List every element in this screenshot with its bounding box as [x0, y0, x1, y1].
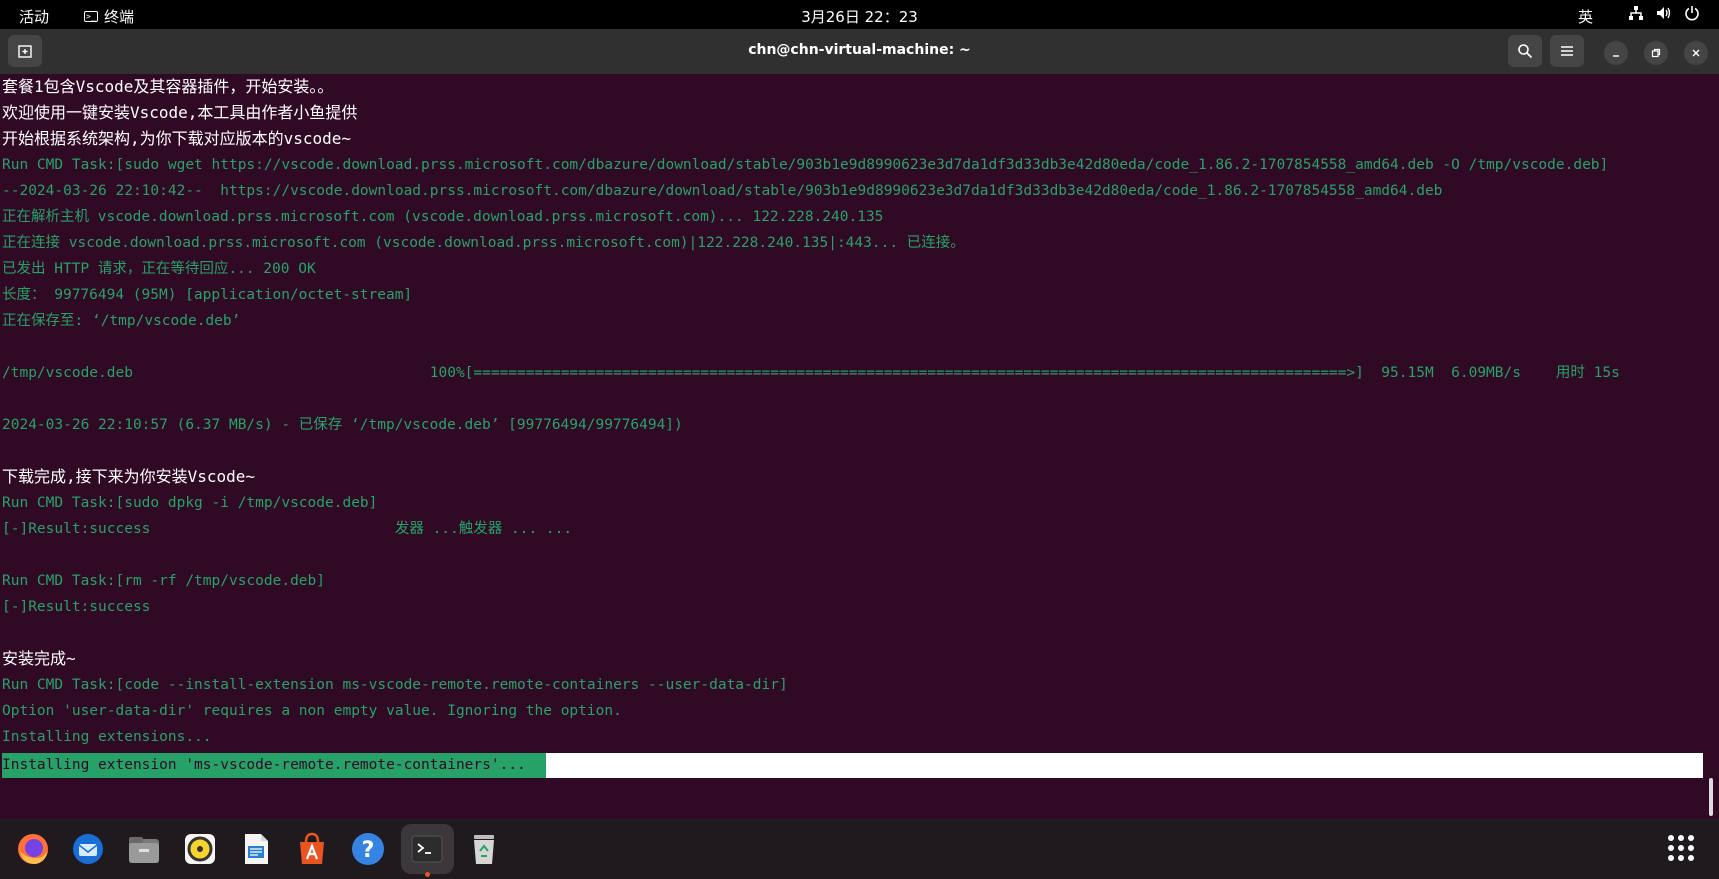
minimize-button[interactable] [1604, 41, 1628, 65]
terminal-line: /tmp/vscode.deb 100%[===================… [2, 365, 1620, 381]
window-titlebar[interactable]: chn@chn-virtual-machine: ~ [0, 29, 1719, 74]
terminal-line: Run CMD Task:[sudo wget https://vscode.d… [2, 157, 1609, 173]
terminal-line: Run CMD Task:[rm -rf /tmp/vscode.deb] [2, 573, 326, 589]
software-launcher[interactable] [292, 829, 332, 869]
help-icon: ? [352, 833, 384, 865]
terminal-launcher[interactable] [407, 829, 447, 869]
grid-dot [1668, 855, 1674, 861]
thunderbird-icon [73, 834, 103, 864]
input-method-indicator[interactable]: 英 [1578, 6, 1593, 27]
terminal-line: Run CMD Task:[code --install-extension m… [2, 677, 788, 693]
hamburger-menu-icon [1561, 46, 1573, 56]
search-button[interactable] [1508, 35, 1542, 67]
terminal-line: 套餐1包含Vscode及其容器插件，开始安装。。 [2, 77, 334, 96]
activities-button[interactable]: 活动 [19, 6, 49, 27]
terminal-line: 正在解析主机 vscode.download.prss.microsoft.co… [2, 209, 884, 225]
terminal-line: 2024-03-26 22:10:57 (6.37 MB/s) - 已保存 ‘/… [2, 417, 683, 433]
terminal-line: Installing extensions... [2, 729, 212, 745]
terminal-line: 欢迎使用一键安装Vscode,本工具由作者小鱼提供 [2, 103, 358, 122]
help-launcher[interactable]: ? [348, 829, 388, 869]
terminal-line: Run CMD Task:[sudo dpkg -i /tmp/vscode.d… [2, 495, 378, 511]
rhythmbox-launcher[interactable] [180, 829, 220, 869]
terminal-icon [411, 835, 443, 863]
files-launcher[interactable] [124, 829, 164, 869]
grid-dot [1668, 835, 1674, 841]
grid-dot [1668, 845, 1674, 851]
menu-button[interactable] [1550, 35, 1584, 67]
app-menu[interactable]: >_ 终端 [84, 6, 134, 27]
new-tab-icon [18, 45, 32, 58]
terminal-line: 正在连接 vscode.download.prss.microsoft.com … [2, 235, 965, 251]
rhythmbox-icon [185, 834, 215, 864]
software-icon [300, 832, 324, 864]
network-icon [1629, 6, 1643, 20]
search-icon [1518, 44, 1533, 59]
system-tray[interactable] [1628, 5, 1700, 21]
new-tab-button[interactable] [8, 35, 42, 67]
terminal-line: [-]Result:success 发器 ...触发器 ... ... [2, 521, 573, 537]
terminal-line: 已发出 HTTP 请求，正在等待回应... 200 OK [2, 261, 316, 277]
minimize-icon [1613, 55, 1619, 57]
files-icon [129, 837, 159, 863]
grid-dot [1688, 855, 1694, 861]
svg-text:?: ? [362, 838, 375, 863]
writer-icon [245, 834, 268, 864]
running-indicator [425, 872, 430, 877]
volume-icon [1657, 7, 1671, 19]
terminal-line: Option 'user-data-dir' requires a non em… [2, 703, 622, 719]
grid-dot [1678, 855, 1684, 861]
thunderbird-launcher[interactable] [68, 829, 108, 869]
writer-launcher[interactable] [236, 829, 276, 869]
restore-icon [1651, 48, 1661, 58]
clock[interactable]: 3月26日 22：23 [801, 8, 918, 26]
progress-line: Installing extension 'ms-vscode-remote.r… [2, 757, 526, 773]
progress-track [546, 753, 1703, 778]
dock: ? [0, 819, 1719, 879]
terminal-line: 开始根据系统架构,为你下载对应版本的vscode~ [2, 129, 352, 148]
terminal-line: [-]Result:success [2, 599, 151, 615]
firefox-icon [18, 834, 48, 864]
terminal-line: 正在保存至: ‘/tmp/vscode.deb’ [2, 313, 241, 329]
grid-dot [1688, 835, 1694, 841]
trash-launcher[interactable] [464, 829, 504, 869]
grid-dot [1678, 845, 1684, 851]
terminal-line: 长度： 99776494 (95M) [application/octet-st… [2, 287, 413, 303]
close-icon [1692, 49, 1700, 57]
close-button[interactable] [1684, 41, 1708, 65]
terminal-output[interactable]: 套餐1包含Vscode及其容器插件，开始安装。。欢迎使用一键安装Vscode,本… [0, 74, 1719, 819]
terminal-line: 下载完成,接下来为你安装Vscode~ [2, 467, 256, 486]
terminal-line: --2024-03-26 22:10:42-- https://vscode.d… [2, 183, 1443, 199]
trash-icon [474, 835, 494, 864]
terminal-small-icon: >_ [84, 11, 98, 22]
top-bar: 活动 >_ 终端 3月26日 22：23 英 [0, 0, 1719, 29]
show-applications-button[interactable] [1668, 835, 1694, 861]
maximize-button[interactable] [1644, 41, 1668, 65]
grid-dot [1678, 835, 1684, 841]
window-title: chn@chn-virtual-machine: ~ [748, 42, 971, 58]
app-menu-label: 终端 [104, 8, 135, 26]
scrollbar-thumb[interactable] [1709, 778, 1713, 816]
grid-dot [1688, 845, 1694, 851]
power-icon [1685, 6, 1699, 21]
firefox-launcher[interactable] [13, 829, 53, 869]
terminal-line: 安装完成~ [2, 649, 76, 668]
